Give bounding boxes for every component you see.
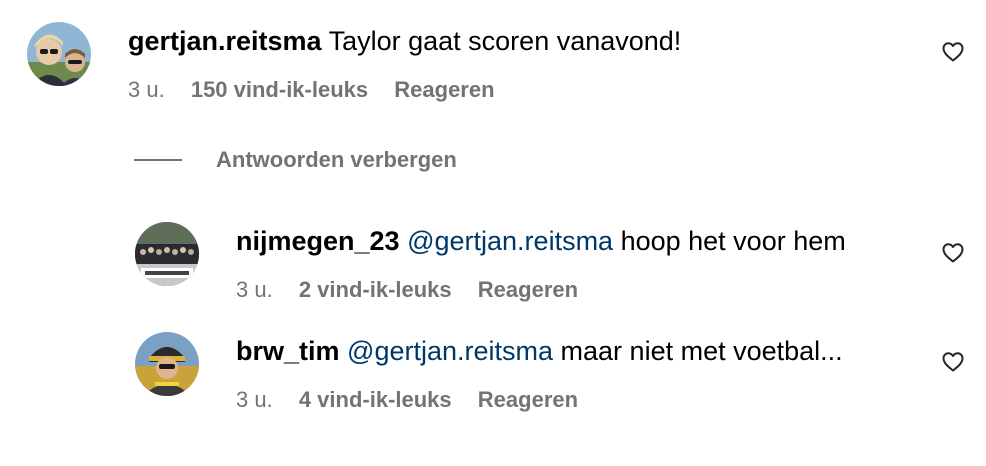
reply-body: hoop het voor hem xyxy=(613,226,846,256)
reply-text: nijmegen_23 @gertjan.reitsma hoop het vo… xyxy=(236,224,846,258)
reply-text: brw_tim @gertjan.reitsma maar niet met v… xyxy=(236,334,843,368)
reply-username[interactable]: nijmegen_23 xyxy=(236,226,400,256)
reply-button[interactable]: Reageren xyxy=(394,76,494,104)
reply-likes[interactable]: 4 vind-ik-leuks xyxy=(299,386,452,414)
reply-mention[interactable]: @gertjan.reitsma xyxy=(347,336,553,366)
hide-replies-label: Antwoorden verbergen xyxy=(216,147,457,172)
heart-outline-icon[interactable] xyxy=(941,350,965,374)
reply-meta: 3 u. 4 vind-ik-leuks Reageren xyxy=(236,386,578,414)
heart-outline-icon[interactable] xyxy=(941,40,965,64)
comment-username[interactable]: gertjan.reitsma xyxy=(128,26,322,56)
toggle-divider-line xyxy=(134,159,182,161)
avatar[interactable] xyxy=(135,332,199,396)
reply-mention[interactable]: @gertjan.reitsma xyxy=(407,226,613,256)
avatar[interactable] xyxy=(135,222,199,286)
comment-meta: 3 u. 150 vind-ik-leuks Reageren xyxy=(128,76,495,104)
reply-body: maar niet met voetbal... xyxy=(553,336,843,366)
hide-replies-toggle[interactable]: Antwoorden verbergen xyxy=(134,146,457,174)
comment-time[interactable]: 3 u. xyxy=(128,76,165,104)
reply-likes[interactable]: 2 vind-ik-leuks xyxy=(299,276,452,304)
reply-button[interactable]: Reageren xyxy=(478,276,578,304)
reply-username[interactable]: brw_tim xyxy=(236,336,340,366)
avatar[interactable] xyxy=(27,22,91,86)
comment-text: gertjan.reitsma Taylor gaat scoren vanav… xyxy=(128,24,681,58)
reply-time[interactable]: 3 u. xyxy=(236,276,273,304)
reply-button[interactable]: Reageren xyxy=(478,386,578,414)
reply-meta: 3 u. 2 vind-ik-leuks Reageren xyxy=(236,276,578,304)
reply-time[interactable]: 3 u. xyxy=(236,386,273,414)
comment-likes[interactable]: 150 vind-ik-leuks xyxy=(191,76,368,104)
heart-outline-icon[interactable] xyxy=(941,241,965,265)
comment-body: Taylor gaat scoren vanavond! xyxy=(328,26,682,56)
